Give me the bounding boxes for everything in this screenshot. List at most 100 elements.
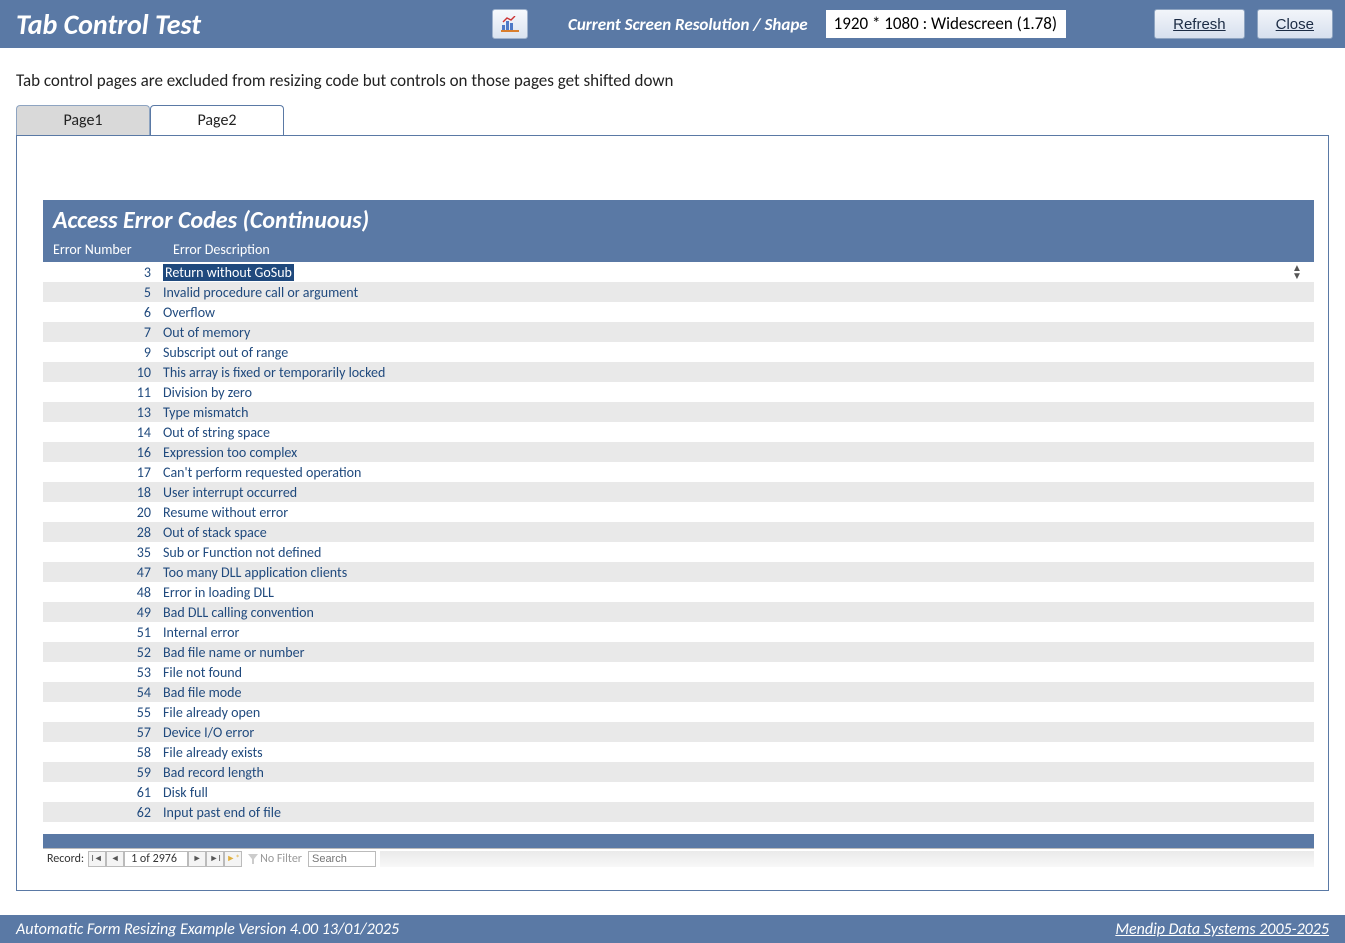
tab-page1[interactable]: Page1	[16, 105, 150, 135]
recnav-new-button[interactable]: ►*	[224, 851, 242, 867]
recnav-search-input[interactable]	[308, 851, 376, 867]
error-number: 9	[43, 344, 163, 361]
col-error-description[interactable]: Error Description	[173, 241, 1304, 258]
table-row[interactable]: 7Out of memory	[43, 322, 1314, 342]
error-number: 48	[43, 584, 163, 601]
error-description: Expression too complex	[163, 444, 1304, 461]
table-row[interactable]: 47Too many DLL application clients	[43, 562, 1314, 582]
error-description: Disk full	[163, 784, 1304, 801]
error-number: 54	[43, 684, 163, 701]
table-row[interactable]: 9Subscript out of range	[43, 342, 1314, 362]
error-description: Bad record length	[163, 764, 1304, 781]
table-row[interactable]: 18User interrupt occurred	[43, 482, 1314, 502]
error-description: Too many DLL application clients	[163, 564, 1304, 581]
recnav-filter[interactable]: No Filter	[242, 852, 308, 866]
error-number: 18	[43, 484, 163, 501]
error-description: Out of stack space	[163, 524, 1304, 541]
error-codes-subform: Access Error Codes (Continuous) Error Nu…	[43, 200, 1314, 868]
error-number: 53	[43, 664, 163, 681]
recnav-prev-button[interactable]: ◄	[106, 851, 124, 867]
table-row[interactable]: 57Device I/O error	[43, 722, 1314, 742]
table-row[interactable]: 52Bad file name or number	[43, 642, 1314, 662]
subform-footer-bar	[43, 834, 1314, 848]
error-number: 62	[43, 804, 163, 821]
error-description: File already exists	[163, 744, 1304, 761]
error-description: Subscript out of range	[163, 344, 1304, 361]
table-row[interactable]: 58File already exists	[43, 742, 1314, 762]
table-row[interactable]: 54Bad file mode	[43, 682, 1314, 702]
error-number: 28	[43, 524, 163, 541]
error-description: Bad file name or number	[163, 644, 1304, 661]
table-row[interactable]: 5Invalid procedure call or argument	[43, 282, 1314, 302]
subform-columns: Error Number Error Description	[43, 239, 1314, 262]
table-row[interactable]: 53File not found	[43, 662, 1314, 682]
recnav-label: Record:	[43, 852, 88, 866]
table-row[interactable]: 49Bad DLL calling convention	[43, 602, 1314, 622]
table-row[interactable]: 13Type mismatch	[43, 402, 1314, 422]
tab-page-content: Access Error Codes (Continuous) Error Nu…	[16, 135, 1329, 891]
table-row[interactable]: 14Out of string space	[43, 422, 1314, 442]
refresh-button[interactable]: Refresh	[1154, 9, 1245, 39]
error-number: 35	[43, 544, 163, 561]
record-navigator: Record: I◄ ◄ 1 of 2976 ► ►I ►* No Filter	[43, 848, 1314, 868]
table-row[interactable]: 28Out of stack space	[43, 522, 1314, 542]
recnav-scrollbar[interactable]	[380, 851, 1314, 867]
tab-page2[interactable]: Page2	[150, 105, 284, 135]
close-button[interactable]: Close	[1257, 9, 1333, 39]
error-number: 49	[43, 604, 163, 621]
table-row[interactable]: 17Can't perform requested operation	[43, 462, 1314, 482]
error-number: 17	[43, 464, 163, 481]
error-number: 10	[43, 364, 163, 381]
table-row[interactable]: 10This array is fixed or temporarily loc…	[43, 362, 1314, 382]
error-grid[interactable]: 3Return without GoSub▲▼5Invalid procedur…	[43, 262, 1314, 834]
table-row[interactable]: 48Error in loading DLL	[43, 582, 1314, 602]
tabstrip: Page1 Page2	[0, 105, 1345, 135]
error-description: User interrupt occurred	[163, 484, 1304, 501]
table-row[interactable]: 55File already open	[43, 702, 1314, 722]
error-number: 52	[43, 644, 163, 661]
error-number: 6	[43, 304, 163, 321]
error-description: Bad DLL calling convention	[163, 604, 1304, 621]
resolution-label: Current Screen Resolution / Shape	[568, 14, 808, 35]
error-description: Device I/O error	[163, 724, 1304, 741]
subform-title: Access Error Codes (Continuous)	[43, 200, 1314, 239]
spin-icon[interactable]: ▲▼	[1290, 264, 1304, 280]
error-description: Return without GoSub	[163, 264, 1290, 281]
table-row[interactable]: 20Resume without error	[43, 502, 1314, 522]
info-note: Tab control pages are excluded from resi…	[0, 48, 1345, 105]
recnav-first-button[interactable]: I◄	[88, 851, 106, 867]
recnav-next-button[interactable]: ►	[188, 851, 206, 867]
error-number: 11	[43, 384, 163, 401]
table-row[interactable]: 59Bad record length	[43, 762, 1314, 782]
error-number: 58	[43, 744, 163, 761]
app-title: Tab Control Test	[12, 7, 492, 42]
error-description: Input past end of file	[163, 804, 1304, 821]
error-description: Type mismatch	[163, 404, 1304, 421]
resolution-value[interactable]: 1920 * 1080 : Widescreen (1.78)	[826, 10, 1066, 38]
error-description: File not found	[163, 664, 1304, 681]
error-number: 7	[43, 324, 163, 341]
error-description: Out of memory	[163, 324, 1304, 341]
footer-link[interactable]: Mendip Data Systems 2005-2025	[1115, 920, 1329, 939]
error-number: 61	[43, 784, 163, 801]
table-row[interactable]: 16Expression too complex	[43, 442, 1314, 462]
table-row[interactable]: 35Sub or Function not defined	[43, 542, 1314, 562]
recnav-position[interactable]: 1 of 2976	[124, 851, 188, 867]
error-number: 47	[43, 564, 163, 581]
table-row[interactable]: 6Overflow	[43, 302, 1314, 322]
error-number: 5	[43, 284, 163, 301]
table-row[interactable]: 61Disk full	[43, 782, 1314, 802]
chart-button[interactable]	[492, 9, 528, 39]
table-row[interactable]: 3Return without GoSub▲▼	[43, 262, 1314, 282]
col-error-number[interactable]: Error Number	[53, 241, 173, 258]
error-description: File already open	[163, 704, 1304, 721]
footer-version: Automatic Form Resizing Example Version …	[16, 920, 399, 939]
error-description: Out of string space	[163, 424, 1304, 441]
table-row[interactable]: 51Internal error	[43, 622, 1314, 642]
footer-bar: Automatic Form Resizing Example Version …	[0, 915, 1345, 943]
error-number: 20	[43, 504, 163, 521]
table-row[interactable]: 11Division by zero	[43, 382, 1314, 402]
recnav-last-button[interactable]: ►I	[206, 851, 224, 867]
table-row[interactable]: 62Input past end of file	[43, 802, 1314, 822]
error-description: Resume without error	[163, 504, 1304, 521]
